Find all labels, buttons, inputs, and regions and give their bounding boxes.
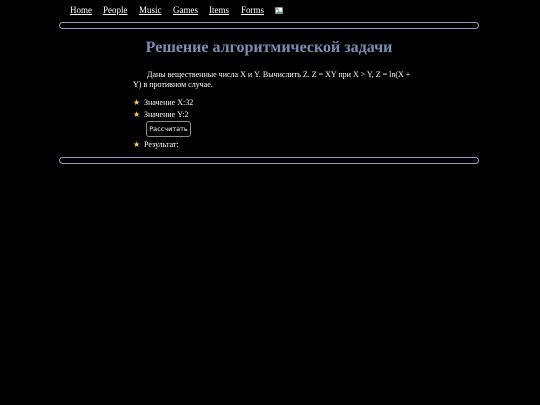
result-label: Результат: — [144, 140, 179, 149]
nav-link-music[interactable]: Music — [139, 5, 162, 15]
nav-link-games[interactable]: Games — [173, 5, 198, 15]
nav-link-items[interactable]: Items — [209, 5, 229, 15]
nav-link-forms[interactable]: Forms — [241, 5, 264, 15]
nav-link-people[interactable]: People — [103, 5, 128, 15]
x-value-row: ★ Значение X:32 — [133, 98, 193, 108]
nav-link-home[interactable]: Home — [70, 5, 92, 15]
star-icon: ★ — [133, 110, 141, 119]
broken-image-icon[interactable] — [275, 7, 283, 14]
bottom-divider — [59, 157, 479, 164]
calculate-button[interactable]: Рассчитать — [146, 121, 191, 137]
y-value: 2 — [184, 110, 189, 119]
y-value-row: ★ Значение Y:2 — [133, 110, 188, 120]
page-title: Решение алгоритмической задачи — [145, 39, 393, 56]
star-icon: ★ — [133, 98, 141, 107]
top-divider — [59, 22, 479, 29]
result-row: ★ Результат: — [133, 140, 179, 150]
task-description: Даны вещественные числа X и Y. Вычислить… — [133, 70, 411, 89]
star-icon: ★ — [133, 140, 141, 149]
x-label: Значение X: — [144, 98, 186, 107]
x-value: 32 — [185, 98, 194, 107]
y-label: Значение Y: — [144, 110, 185, 119]
